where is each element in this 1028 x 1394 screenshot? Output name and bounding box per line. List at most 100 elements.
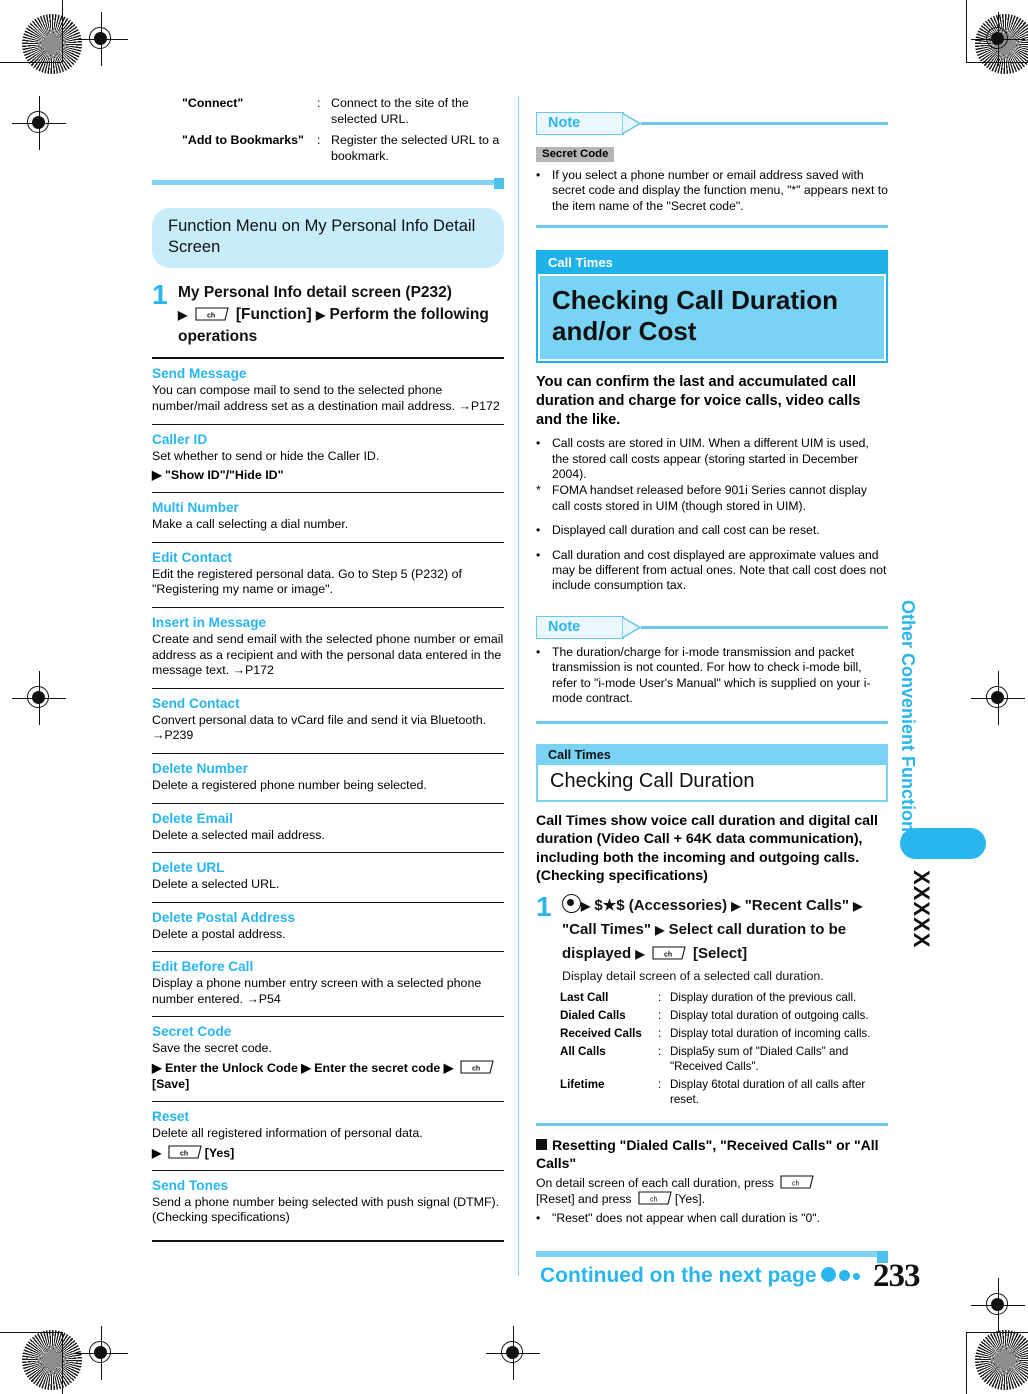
menu-item-caller-id[interactable]: Caller ID Set whether to send or hide th… [152,432,504,484]
step-text: ▶ $★$ (Accessories) ▶ "Recent Calls" ▶ "… [562,893,888,984]
row-desc: Display 6total duration of all calls aft… [670,1077,866,1106]
step-note: Display detail screen of a selected call… [562,968,824,983]
definition-term: "Add to Bookmarks" [182,133,304,148]
bullet-text: If you select a phone number or email ad… [552,168,888,213]
subsection-body-a: On detail screen of each call duration, … [536,1175,774,1190]
registration-mark [12,671,66,725]
note-grey-label: Secret Code [536,147,615,162]
arrow-icon: ▶ [635,946,645,961]
bullet-text: Call costs are stored in UIM. When a dif… [552,436,869,482]
menu-item-delete-postal-address[interactable]: Delete Postal Address Delete a postal ad… [152,910,504,943]
subchapter-title: Checking Call Duration [550,769,755,792]
svg-text:ch: ch [792,1180,800,1187]
table-row: Dialed Calls : Display total duration of… [560,1008,888,1023]
row-term: Dialed Calls [560,1008,626,1022]
chapter-side-tab-code: XXXXX [909,870,934,949]
subsection-bullet: • "Reset" does not appear when call dura… [536,1211,888,1226]
definition-row: "Add to Bookmarks" : Register the select… [182,133,504,164]
menu-item-secret-code[interactable]: Secret Code Save the secret code. ▶ Ente… [152,1024,504,1092]
menu-item-edit-before-call[interactable]: Edit Before Call Display a phone number … [152,959,504,1007]
soft-key-icon: ch [651,946,687,961]
right-column: Note Secret Code • If you select a phone… [536,108,888,1226]
crop-line [966,62,1028,63]
url-options-definition-list: "Connect" : Connect to the site of the s… [182,96,504,164]
menu-item-insert-in-message[interactable]: Insert in Message Create and send email … [152,615,504,679]
menu-item-title: Edit Contact [152,549,233,565]
row-term: Lifetime [560,1077,605,1091]
soft-key-icon: ch [167,1145,203,1160]
registration-mark [486,1326,540,1380]
menu-item-title: Delete Number [152,760,248,776]
registration-mark [74,12,128,66]
menu-item-send-message[interactable]: Send Message You can compose mail to sen… [152,366,504,414]
note-block-2: Note • The duration/charge for i-mode tr… [536,615,888,724]
footer-rule [536,1251,888,1263]
note-tag-label: Note [548,618,581,635]
table-row: Lifetime : Display 6total duration of al… [560,1077,888,1107]
registration-mark [971,671,1025,725]
item-divider [152,752,504,754]
resetting-subsection: Resetting "Dialed Calls", "Received Call… [536,1136,888,1226]
svg-text:ch: ch [180,1150,188,1157]
arrow-icon: ▶ [178,308,188,323]
menu-item-reset[interactable]: Reset Delete all registered information … [152,1109,504,1161]
soft-key-icon: ch [194,307,230,322]
menu-item-edit-contact[interactable]: Edit Contact Edit the registered persona… [152,550,504,598]
subchapter-inner: Checking Call Duration [538,764,886,800]
menu-item-title: Delete Email [152,810,233,826]
note-block-1: Note Secret Code • If you select a phone… [536,111,888,229]
menu-item-delete-email[interactable]: Delete Email Delete a selected mail addr… [152,811,504,844]
item-divider [152,951,504,953]
lead-bullet: • Displayed call duration and call cost … [536,523,888,538]
secret-code-steps-b: [Save] [152,1077,190,1092]
print-star-mark [22,14,82,74]
menu-item-multi-number[interactable]: Multi Number Make a call selecting a dia… [152,500,504,533]
step-seg-5: [Select] [692,944,748,962]
subsection-body: On detail screen of each call duration, … [536,1175,888,1208]
row-colon: : [658,990,662,1004]
subsection-body-b: [Reset] and press [536,1192,632,1207]
chapter-title: Checking Call Duration and/or Cost [552,285,839,347]
step-line-1: My Personal Info detail screen (P232) [178,284,452,302]
print-star-mark [975,1330,1028,1390]
menu-item-send-contact[interactable]: Send Contact Convert personal data to vC… [152,696,504,744]
row-desc: Displa5y sum of "Dialed Calls" and "Rece… [670,1044,849,1073]
step-1-right: 1 ▶ $★$ (Accessories) ▶ "Recent Calls" ▶… [536,892,888,984]
menu-item-suboption: ▶ "Show ID"/"Hide ID" [152,468,284,483]
arrow-icon: ▶ [315,308,326,323]
secret-code-steps-a: ▶ Enter the Unlock Code ▶ Enter the secr… [152,1061,454,1076]
menu-item-delete-url[interactable]: Delete URL Delete a selected URL. [152,860,504,893]
crop-line [62,0,63,62]
definition-colon: : [317,133,321,148]
bullet-icon: • [536,168,541,182]
row-term: All Calls [560,1044,606,1058]
menu-item-body: Delete a registered phone number being s… [152,777,427,792]
svg-text:ch: ch [207,313,215,320]
soft-key-icon: ch [779,1175,815,1190]
arrow-icon: ▶ [152,1145,162,1160]
bullet-text: Call duration and cost displayed are app… [552,547,887,593]
menu-item-body: You can compose mail to send to the sele… [152,383,500,413]
definition-description: Register the selected URL to a bookmark. [331,133,500,163]
menu-item-body: Set whether to send or hide the Caller I… [152,448,380,463]
section-close-rule [536,1122,888,1126]
menu-item-send-tones[interactable]: Send Tones Send a phone number being sel… [152,1178,504,1226]
menu-item-title: Delete URL [152,860,225,876]
menu-item-body: Convert personal data to vCard file and … [152,712,487,743]
bullet-text: Displayed call duration and call cost ca… [552,523,820,538]
svg-text:ch: ch [664,951,672,958]
menu-item-title: Send Message [152,366,247,382]
item-divider [152,687,504,689]
registration-mark [74,1326,128,1380]
crop-line [0,1332,62,1333]
table-row: All Calls : Displa5y sum of "Dialed Call… [560,1044,888,1074]
note-tag: Note [536,615,888,640]
step-number: 1 [152,279,168,311]
item-divider [152,1239,504,1242]
item-divider [152,802,504,804]
menu-item-body: Delete a postal address. [152,926,286,941]
menu-item-delete-number[interactable]: Delete Number Delete a registered phone … [152,761,504,794]
item-divider [152,606,504,608]
item-divider [152,1101,504,1103]
step-key-label: [Function] [235,306,312,324]
